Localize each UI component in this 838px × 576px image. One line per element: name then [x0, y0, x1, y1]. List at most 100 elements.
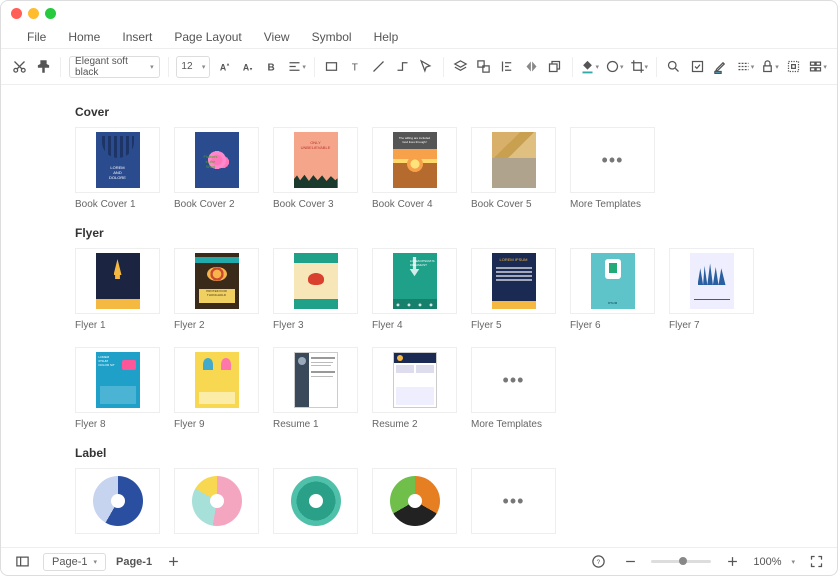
template-caption: Flyer 5: [471, 320, 556, 331]
layers-icon[interactable]: [452, 56, 470, 78]
template-flyer-2[interactable]: PROTEIN FORTHONGHOLD: [174, 248, 259, 314]
font-size-select[interactable]: 12▾: [176, 56, 210, 78]
font-family-select[interactable]: Elegant soft black▾: [69, 56, 160, 78]
template-flyer-6[interactable]: IPSUM: [570, 248, 655, 314]
ellipsis-icon: •••: [503, 370, 525, 391]
flyer-grid-1: Flyer 1 PROTEIN FORTHONGHOLDFlyer 2 Flye…: [75, 248, 777, 331]
align-objects-icon[interactable]: [499, 56, 517, 78]
highlighter-icon[interactable]: [712, 56, 730, 78]
template-resume-2[interactable]: [372, 347, 457, 413]
zoom-slider-thumb[interactable]: [679, 557, 687, 565]
zoom-out-button[interactable]: [619, 551, 641, 573]
template-book-cover-1[interactable]: LOREMANDDOLORE: [75, 127, 160, 193]
close-window-button[interactable]: [11, 8, 22, 19]
decrease-font-icon[interactable]: A▾: [240, 56, 258, 78]
template-caption: Book Cover 2: [174, 199, 259, 210]
template-book-cover-4[interactable]: The willing are includedGod lives throug…: [372, 127, 457, 193]
template-caption: Flyer 9: [174, 419, 259, 430]
pointer-tool-icon[interactable]: [417, 56, 435, 78]
template-caption: Book Cover 1: [75, 199, 160, 210]
chevron-down-icon: ▾: [791, 558, 795, 566]
chevron-down-icon: ▾: [150, 63, 154, 71]
more-templates-label[interactable]: •••: [471, 468, 556, 534]
zoom-slider[interactable]: [651, 560, 711, 563]
menu-help[interactable]: Help: [374, 30, 399, 44]
section-title-cover: Cover: [75, 105, 777, 119]
help-icon[interactable]: ?: [587, 551, 609, 573]
section-title-label: Label: [75, 446, 777, 460]
template-label-4[interactable]: [372, 468, 457, 534]
svg-text:A: A: [220, 62, 227, 72]
increase-font-icon[interactable]: A▴: [216, 56, 234, 78]
template-caption: Resume 1: [273, 419, 358, 430]
group-icon[interactable]: [475, 56, 493, 78]
template-flyer-5[interactable]: LOREM IPSUM: [471, 248, 556, 314]
menu-insert[interactable]: Insert: [122, 30, 152, 44]
page-layout-icon[interactable]: [11, 551, 33, 573]
zoom-in-button[interactable]: [721, 551, 743, 573]
template-resume-1[interactable]: [273, 347, 358, 413]
svg-text:A: A: [243, 62, 250, 72]
template-caption: Flyer 3: [273, 320, 358, 331]
template-label-1[interactable]: [75, 468, 160, 534]
template-book-cover-3[interactable]: ONLYUNBELIEVABLE: [273, 127, 358, 193]
svg-text:B: B: [268, 62, 275, 73]
font-family-value: Elegant soft black: [75, 56, 150, 78]
svg-text:?: ?: [596, 559, 600, 566]
spellcheck-icon[interactable]: [688, 56, 706, 78]
align-icon[interactable]: ▾: [287, 56, 306, 78]
search-icon[interactable]: [665, 56, 683, 78]
select-all-icon[interactable]: [785, 56, 803, 78]
more-templates-cover[interactable]: •••: [570, 127, 655, 193]
cut-icon[interactable]: [11, 56, 29, 78]
template-flyer-3[interactable]: [273, 248, 358, 314]
template-caption: Flyer 6: [570, 320, 655, 331]
svg-text:▴: ▴: [227, 61, 230, 67]
menu-page-layout[interactable]: Page Layout: [174, 30, 241, 44]
status-bar: Page-1▾ Page-1 ? 100%▾: [1, 547, 837, 575]
lock-icon[interactable]: ▾: [760, 56, 779, 78]
template-flyer-7[interactable]: [669, 248, 754, 314]
template-flyer-8[interactable]: LOREMIPSUMDOLOR SIT: [75, 347, 160, 413]
menu-symbol[interactable]: Symbol: [312, 30, 352, 44]
page-tab-select[interactable]: Page-1▾: [43, 553, 106, 571]
template-flyer-4[interactable]: LOREM IPSUM ISDREAMLIST◉◉◉◉: [372, 248, 457, 314]
menu-bar: File Home Insert Page Layout View Symbol…: [1, 25, 837, 49]
menu-view[interactable]: View: [264, 30, 290, 44]
template-caption: More Templates: [471, 419, 556, 430]
template-label-3[interactable]: [273, 468, 358, 534]
template-flyer-1[interactable]: [75, 248, 160, 314]
maximize-window-button[interactable]: [45, 8, 56, 19]
crop-icon[interactable]: ▾: [630, 56, 649, 78]
cover-grid: LOREMANDDOLORE Book Cover 1 Flowersin the…: [75, 127, 777, 210]
connector-tool-icon[interactable]: [394, 56, 412, 78]
template-flyer-9[interactable]: [174, 347, 259, 413]
fill-color-icon[interactable]: ▾: [580, 56, 599, 78]
line-tool-icon[interactable]: [370, 56, 388, 78]
rectangle-tool-icon[interactable]: [323, 56, 341, 78]
label-grid: •••: [75, 468, 777, 534]
menu-file[interactable]: File: [27, 30, 46, 44]
shape-style-icon[interactable]: ▾: [605, 56, 624, 78]
text-tool-icon[interactable]: T: [346, 56, 364, 78]
template-label-2[interactable]: [174, 468, 259, 534]
format-painter-icon[interactable]: [35, 56, 53, 78]
template-caption: Flyer 4: [372, 320, 457, 331]
bold-icon[interactable]: B: [264, 56, 282, 78]
template-book-cover-5[interactable]: [471, 127, 556, 193]
template-caption: Book Cover 3: [273, 199, 358, 210]
window-titlebar: [1, 1, 837, 25]
template-caption: Flyer 7: [669, 320, 754, 331]
more-templates-flyer[interactable]: •••: [471, 347, 556, 413]
fullscreen-icon[interactable]: [805, 551, 827, 573]
ellipsis-icon: •••: [602, 150, 624, 171]
line-style-icon[interactable]: ▾: [736, 56, 755, 78]
add-page-button[interactable]: [162, 551, 184, 573]
settings-icon[interactable]: ▾: [808, 56, 827, 78]
size-icon[interactable]: [546, 56, 564, 78]
minimize-window-button[interactable]: [28, 8, 39, 19]
template-book-cover-2[interactable]: Flowersin theWind: [174, 127, 259, 193]
menu-home[interactable]: Home: [68, 30, 100, 44]
chevron-down-icon: ▾: [202, 63, 206, 71]
flip-icon[interactable]: [522, 56, 540, 78]
